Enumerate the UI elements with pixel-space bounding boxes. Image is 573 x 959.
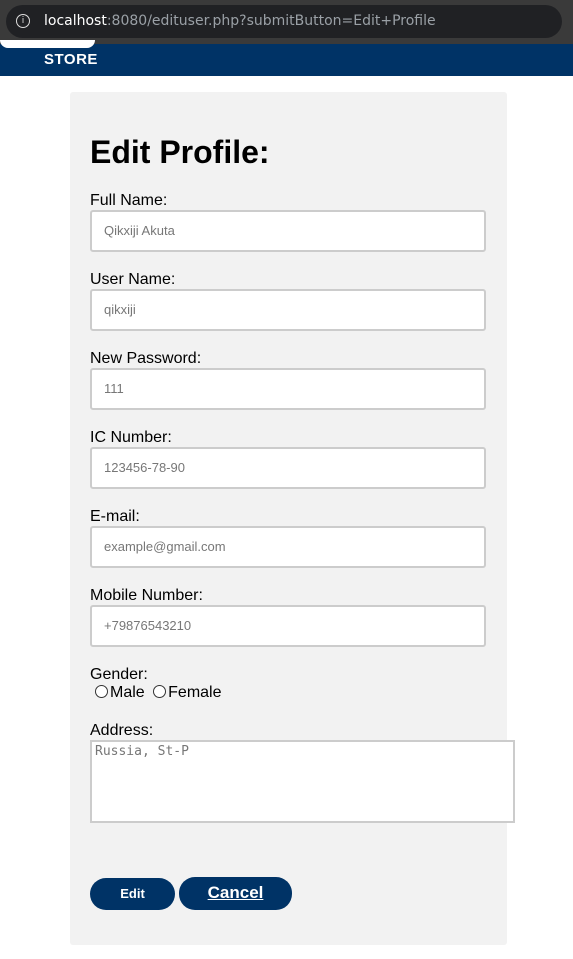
email-input[interactable]: example@gmail.com [90, 526, 486, 568]
female-label: Female [168, 684, 222, 701]
gender-label: Gender: [90, 666, 148, 683]
male-label: Male [110, 684, 145, 701]
user-name-input[interactable]: qikxiji [90, 289, 486, 331]
url-host: localhost [44, 13, 107, 29]
edit-button[interactable]: Edit [90, 878, 175, 910]
full-name-input[interactable]: Qikxiji Akuta [90, 210, 486, 252]
email-label: E-mail: [90, 508, 140, 525]
new-password-label: New Password: [90, 350, 202, 367]
mobile-number-input[interactable]: +79876543210 [90, 605, 486, 647]
gender-male-option[interactable]: Male [95, 684, 145, 701]
page-title: Edit Profile: [90, 134, 270, 170]
male-radio[interactable] [95, 685, 108, 698]
ic-number-input[interactable]: 123456-78-90 [90, 447, 486, 489]
gender-female-option[interactable]: Female [153, 684, 222, 701]
url-path: :8080/edituser.php?submitButton=Edit+Pro… [106, 13, 436, 29]
address-label: Address: [90, 722, 154, 739]
female-radio[interactable] [153, 685, 167, 698]
info-icon[interactable]: i [16, 14, 30, 28]
new-password-input[interactable]: 111 [90, 368, 486, 410]
address-bar[interactable]: i localhost:8080/edituser.php?submitButt… [6, 5, 562, 38]
logo-text[interactable]: STORE [44, 51, 98, 68]
full-name-label: Full Name: [90, 192, 168, 209]
ic-number-label: IC Number: [90, 429, 172, 446]
user-name-label: User Name: [90, 271, 176, 288]
site-header: STORE [0, 40, 573, 76]
mobile-number-label: Mobile Number: [90, 587, 203, 604]
cancel-button[interactable]: Cancel [179, 877, 292, 910]
browser-toolbar: i localhost:8080/edituser.php?submitButt… [0, 0, 573, 44]
address-textarea[interactable]: Russia, St-P [90, 740, 515, 823]
edit-profile-form: Edit Profile: Full Name: Qikxiji Akuta U… [70, 92, 515, 945]
logo-graphic [0, 40, 95, 48]
